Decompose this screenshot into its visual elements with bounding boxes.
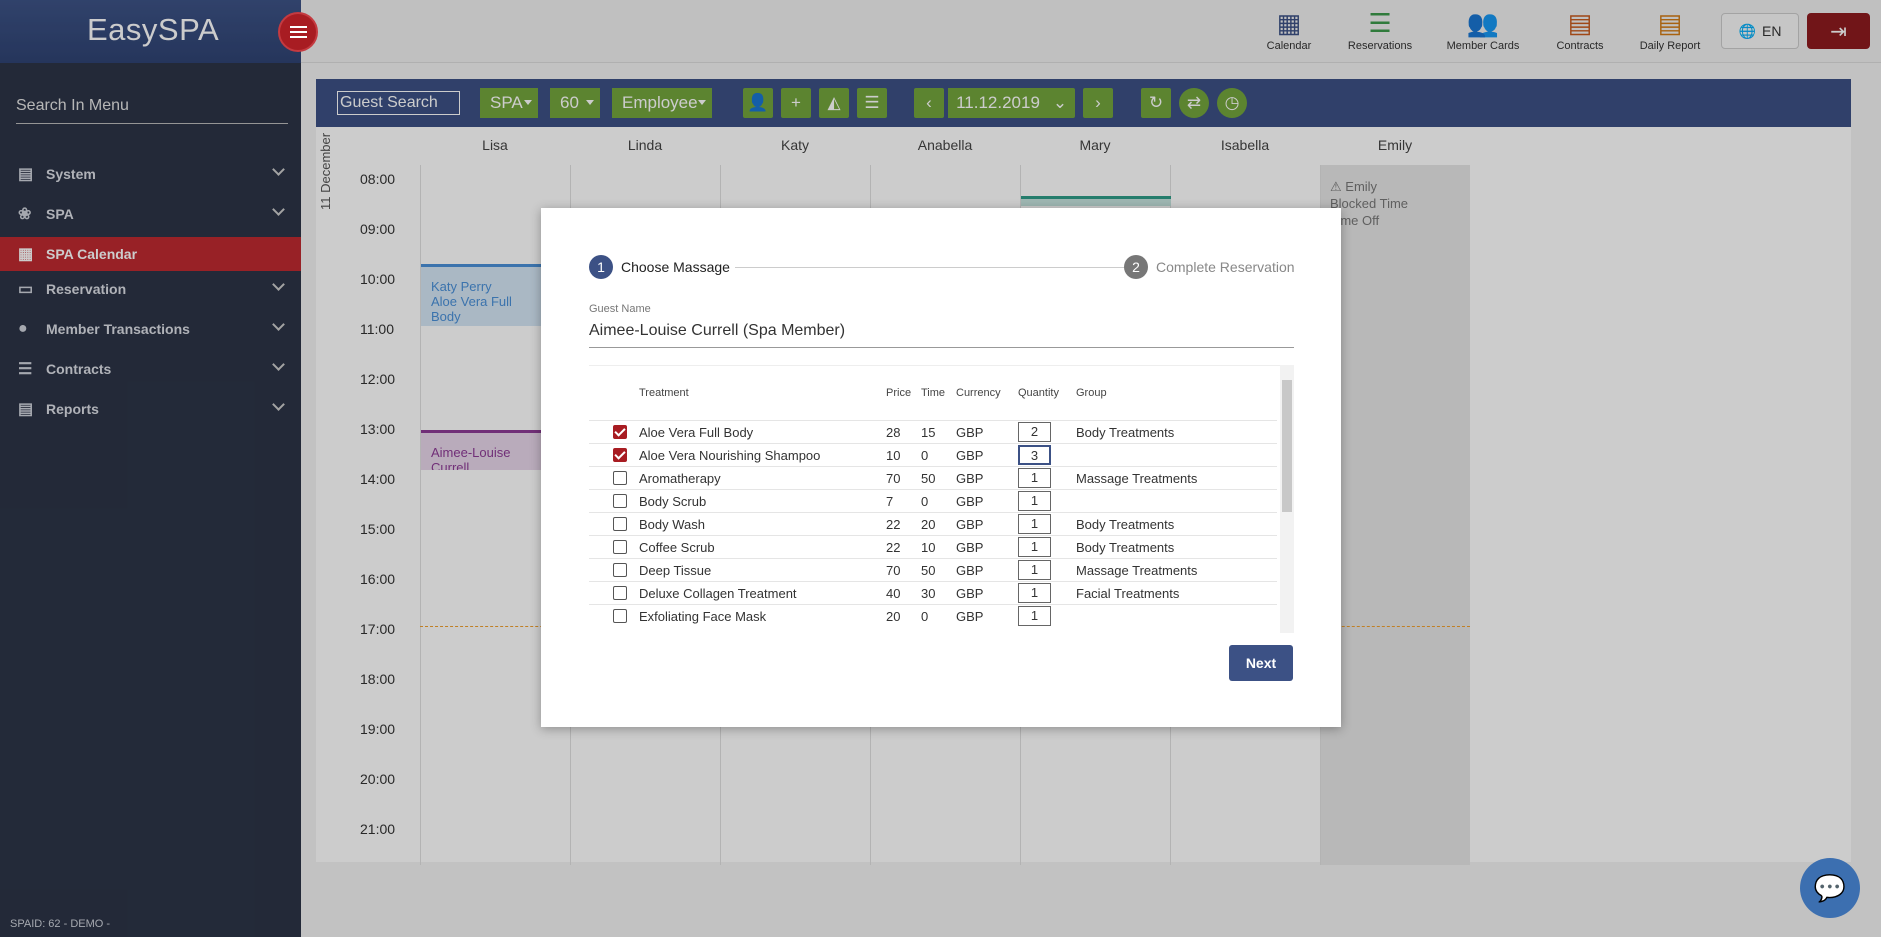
table-scrollbar[interactable] xyxy=(1280,365,1294,633)
row-quantity-input[interactable]: 3 xyxy=(1018,445,1051,465)
row-checkbox[interactable] xyxy=(613,425,627,439)
row-currency: GBP xyxy=(956,540,984,555)
row-price: 40 xyxy=(886,586,901,601)
col-group: Group xyxy=(1076,387,1107,399)
row-checkbox[interactable] xyxy=(613,517,627,531)
hamburger-icon xyxy=(289,36,307,38)
row-price: 70 xyxy=(886,563,901,578)
row-checkbox[interactable] xyxy=(613,540,627,554)
row-time: 20 xyxy=(921,517,936,532)
row-quantity-input[interactable]: 1 xyxy=(1018,583,1051,603)
row-currency: GBP xyxy=(956,494,984,509)
step-1-number: 1 xyxy=(589,255,613,279)
row-price: 22 xyxy=(886,540,901,555)
col-time: Time xyxy=(921,387,946,399)
next-button[interactable]: Next xyxy=(1229,645,1293,681)
guest-name-label: Guest Name xyxy=(589,303,651,315)
col-price: Price xyxy=(886,387,912,399)
row-time: 0 xyxy=(921,448,929,463)
step-1-label: Choose Massage xyxy=(621,259,730,275)
row-time: 50 xyxy=(921,471,936,486)
row-price: 20 xyxy=(886,609,901,624)
row-treatment: Deep Tissue xyxy=(639,563,712,578)
row-quantity-input[interactable]: 1 xyxy=(1018,560,1051,580)
table-row[interactable]: Aloe Vera Nourishing Shampoo 10 0 GBP 3 xyxy=(589,443,1277,466)
row-price: 7 xyxy=(886,494,894,509)
row-time: 0 xyxy=(921,609,929,624)
table-row[interactable]: Coffee Scrub 22 10 GBP 1 Body Treatments xyxy=(589,535,1277,558)
row-time: 10 xyxy=(921,540,936,555)
row-treatment: Coffee Scrub xyxy=(639,540,715,555)
row-checkbox[interactable] xyxy=(613,609,627,623)
row-treatment: Body Scrub xyxy=(639,494,707,509)
step-connector xyxy=(735,267,1131,268)
row-quantity-input[interactable]: 1 xyxy=(1018,491,1051,511)
row-quantity-input[interactable]: 1 xyxy=(1018,606,1051,626)
hamburger-icon xyxy=(289,31,307,33)
table-row[interactable]: Body Wash 22 20 GBP 1 Body Treatments xyxy=(589,512,1277,535)
row-currency: GBP xyxy=(956,425,984,440)
table-row[interactable]: Aloe Vera Full Body 28 15 GBP 2 Body Treatmen… xyxy=(589,420,1277,443)
row-checkbox[interactable] xyxy=(613,448,627,462)
row-treatment: Exfoliating Face Mask xyxy=(639,609,767,624)
table-row[interactable]: Body Scrub 7 0 GBP 1 xyxy=(589,489,1277,512)
row-treatment: Aromatherapy xyxy=(639,471,721,486)
step-2-number: 2 xyxy=(1124,255,1148,279)
chat-icon: 💬 xyxy=(1813,872,1847,903)
col-quantity: Quantity xyxy=(1018,387,1059,399)
row-currency: GBP xyxy=(956,517,984,532)
treatment-table: Treatment Price Time Currency Quantity G… xyxy=(589,365,1294,633)
row-quantity-input[interactable]: 1 xyxy=(1018,537,1051,557)
table-row[interactable]: Aromatherapy 70 50 GBP 1 Massage Treatments xyxy=(589,466,1277,489)
reservation-dialog: 1 Choose Massage 2 Complete Reservation … xyxy=(541,208,1341,727)
row-time: 30 xyxy=(921,586,936,601)
row-currency: GBP xyxy=(956,609,984,624)
row-currency: GBP xyxy=(956,471,984,486)
row-time: 15 xyxy=(921,425,936,440)
chat-button[interactable]: 💬 xyxy=(1800,858,1860,918)
row-time: 0 xyxy=(921,494,929,509)
row-time: 50 xyxy=(921,563,936,578)
row-group: Massage Treatments xyxy=(1076,563,1198,578)
row-quantity-input[interactable]: 2 xyxy=(1018,422,1051,442)
col-currency: Currency xyxy=(956,387,1001,399)
row-checkbox[interactable] xyxy=(613,494,627,508)
row-price: 28 xyxy=(886,425,901,440)
table-row[interactable]: Deluxe Collagen Treatment 40 30 GBP 1 Facial … xyxy=(589,581,1277,604)
row-quantity-input[interactable]: 1 xyxy=(1018,468,1051,488)
step-2-label: Complete Reservation xyxy=(1156,259,1295,275)
row-group: Facial Treatments xyxy=(1076,586,1180,601)
row-currency: GBP xyxy=(956,586,984,601)
row-price: 22 xyxy=(886,517,901,532)
row-treatment: Aloe Vera Nourishing Shampoo xyxy=(639,448,821,463)
row-checkbox[interactable] xyxy=(613,586,627,600)
table-row[interactable]: Deep Tissue 70 50 GBP 1 Massage Treatments xyxy=(589,558,1277,581)
row-treatment: Body Wash xyxy=(639,517,705,532)
col-treatment: Treatment xyxy=(639,387,689,399)
table-row[interactable]: Exfoliating Face Mask 20 0 GBP 1 xyxy=(589,604,1277,627)
row-checkbox[interactable] xyxy=(613,471,627,485)
row-group: Massage Treatments xyxy=(1076,471,1198,486)
row-treatment: Aloe Vera Full Body xyxy=(639,425,754,440)
row-group: Body Treatments xyxy=(1076,517,1175,532)
row-currency: GBP xyxy=(956,563,984,578)
scrollbar-thumb[interactable] xyxy=(1282,380,1292,512)
row-treatment: Deluxe Collagen Treatment xyxy=(639,586,797,601)
row-group: Body Treatments xyxy=(1076,540,1175,555)
guest-name-field[interactable]: Aimee-Louise Currell (Spa Member) xyxy=(589,322,1294,348)
menu-toggle-button[interactable] xyxy=(278,12,318,52)
row-price: 10 xyxy=(886,448,901,463)
row-price: 70 xyxy=(886,471,901,486)
row-group: Body Treatments xyxy=(1076,425,1175,440)
row-checkbox[interactable] xyxy=(613,563,627,577)
row-currency: GBP xyxy=(956,448,984,463)
hamburger-icon xyxy=(289,26,307,28)
row-quantity-input[interactable]: 1 xyxy=(1018,514,1051,534)
